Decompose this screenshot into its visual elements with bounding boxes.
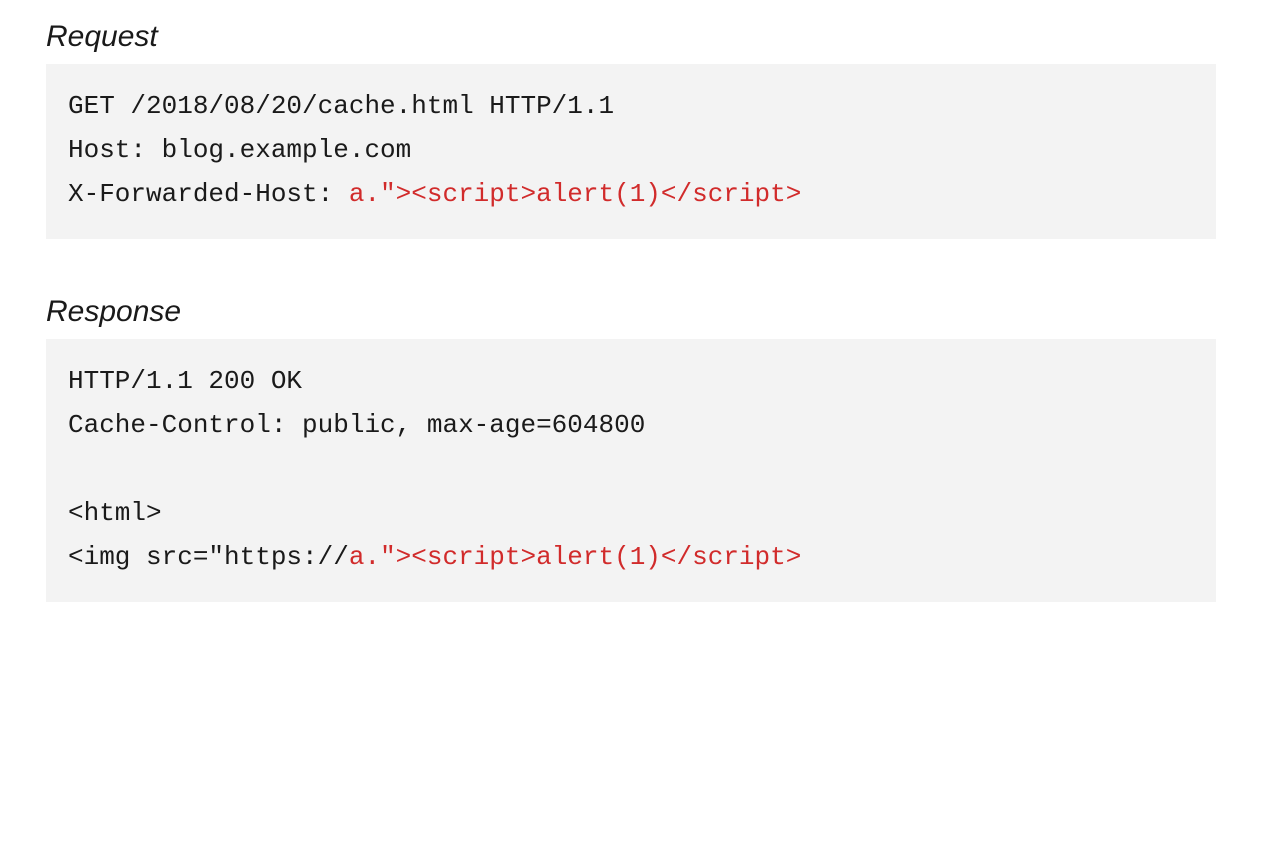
request-line-3-payload: a."><script>alert(1)</script> [349,179,801,209]
response-code-block: HTTP/1.1 200 OK Cache-Control: public, m… [46,339,1216,602]
response-line-5-payload: a."><script>alert(1)</script> [349,542,801,572]
request-code-block: GET /2018/08/20/cache.html HTTP/1.1 Host… [46,64,1216,239]
response-heading: Response [46,295,1216,329]
response-line-4: <html> [68,498,162,528]
request-heading: Request [46,20,1216,54]
response-line-2: Cache-Control: public, max-age=604800 [68,410,645,440]
request-line-3-prefix: X-Forwarded-Host: [68,179,349,209]
request-line-1: GET /2018/08/20/cache.html HTTP/1.1 [68,91,614,121]
response-line-1: HTTP/1.1 200 OK [68,366,302,396]
response-line-5-prefix: <img src="https:// [68,542,349,572]
request-line-2: Host: blog.example.com [68,135,411,165]
